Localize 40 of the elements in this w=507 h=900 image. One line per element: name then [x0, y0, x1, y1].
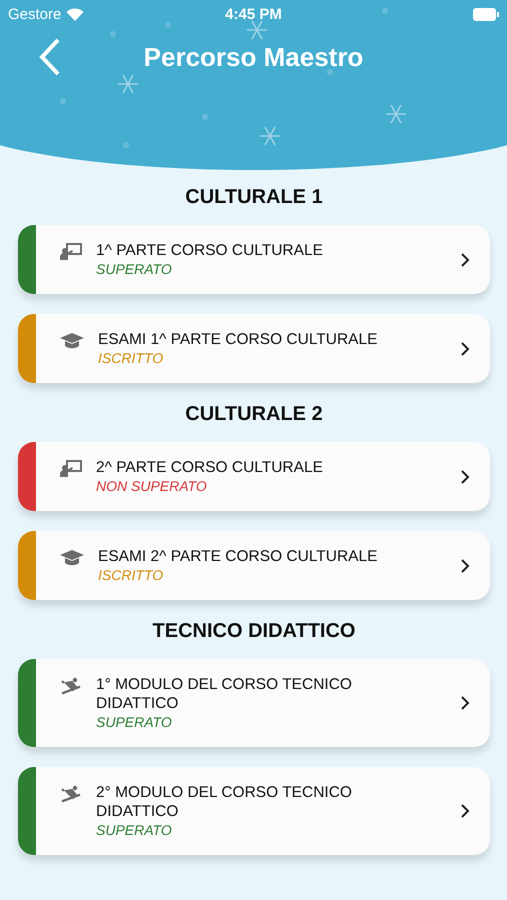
chevron-right-icon — [460, 468, 470, 484]
course-card[interactable]: ESAMI 1^ PARTE CORSO CULTURALE ISCRITTO — [18, 314, 490, 383]
chevron-right-icon — [460, 695, 470, 711]
graduation-cap-icon — [60, 549, 84, 567]
course-status: SUPERATO — [96, 260, 173, 278]
teacher-board-icon — [60, 460, 82, 478]
chevron-right-icon — [460, 340, 470, 356]
course-card[interactable]: 2° MODULO DEL CORSO TECNICO DIDATTICO SUPERATO — [18, 767, 490, 855]
chevron-right-icon — [460, 803, 470, 819]
snowboarder-icon — [60, 677, 82, 697]
course-title: ESAMI 2^ PARTE CORSO CULTURALE — [98, 547, 378, 566]
section-heading: CULTURALE 2 — [184, 403, 324, 426]
course-status: NON SUPERATO — [96, 477, 208, 495]
chevron-right-icon — [460, 558, 470, 574]
course-title: 1° MODULO DEL CORSO TECNICO DIDATTICO — [96, 675, 353, 713]
course-card[interactable]: 2^ PARTE CORSO CULTURALE NON SUPERATO — [18, 442, 490, 511]
wifi-icon — [66, 8, 84, 20]
battery-icon — [473, 8, 499, 20]
carrier-name: Gestore — [8, 6, 62, 22]
course-card[interactable]: 1^ PARTE CORSO CULTURALE SUPERATO — [18, 225, 490, 294]
course-card[interactable]: 1° MODULO DEL CORSO TECNICO DIDATTICO SUPERATO — [18, 659, 490, 747]
course-title: 2^ PARTE CORSO CULTURALE — [96, 458, 324, 477]
course-status: SUPERATO — [96, 713, 173, 731]
page-title: Percorso Maestro — [144, 42, 364, 72]
course-status: ISCRITTO — [98, 566, 164, 584]
status-time: 4:45 PM — [225, 6, 282, 22]
course-title: ESAMI 1^ PARTE CORSO CULTURALE — [98, 330, 378, 349]
course-status: SUPERATO — [96, 821, 173, 839]
graduation-cap-icon — [60, 332, 84, 350]
section-heading: CULTURALE 1 — [184, 186, 324, 209]
back-chevron-icon — [38, 38, 62, 76]
snowboarder-icon — [60, 785, 82, 805]
course-status: ISCRITTO — [98, 349, 164, 367]
teacher-board-icon — [60, 243, 82, 261]
back-button[interactable] — [38, 38, 62, 76]
chevron-right-icon — [460, 252, 470, 268]
course-title: 2° MODULO DEL CORSO TECNICO DIDATTICO — [96, 783, 353, 821]
course-card[interactable]: ESAMI 2^ PARTE CORSO CULTURALE ISCRITTO — [18, 531, 490, 600]
section-heading: TECNICO DIDATTICO — [152, 620, 356, 643]
course-title: 1^ PARTE CORSO CULTURALE — [96, 241, 324, 260]
